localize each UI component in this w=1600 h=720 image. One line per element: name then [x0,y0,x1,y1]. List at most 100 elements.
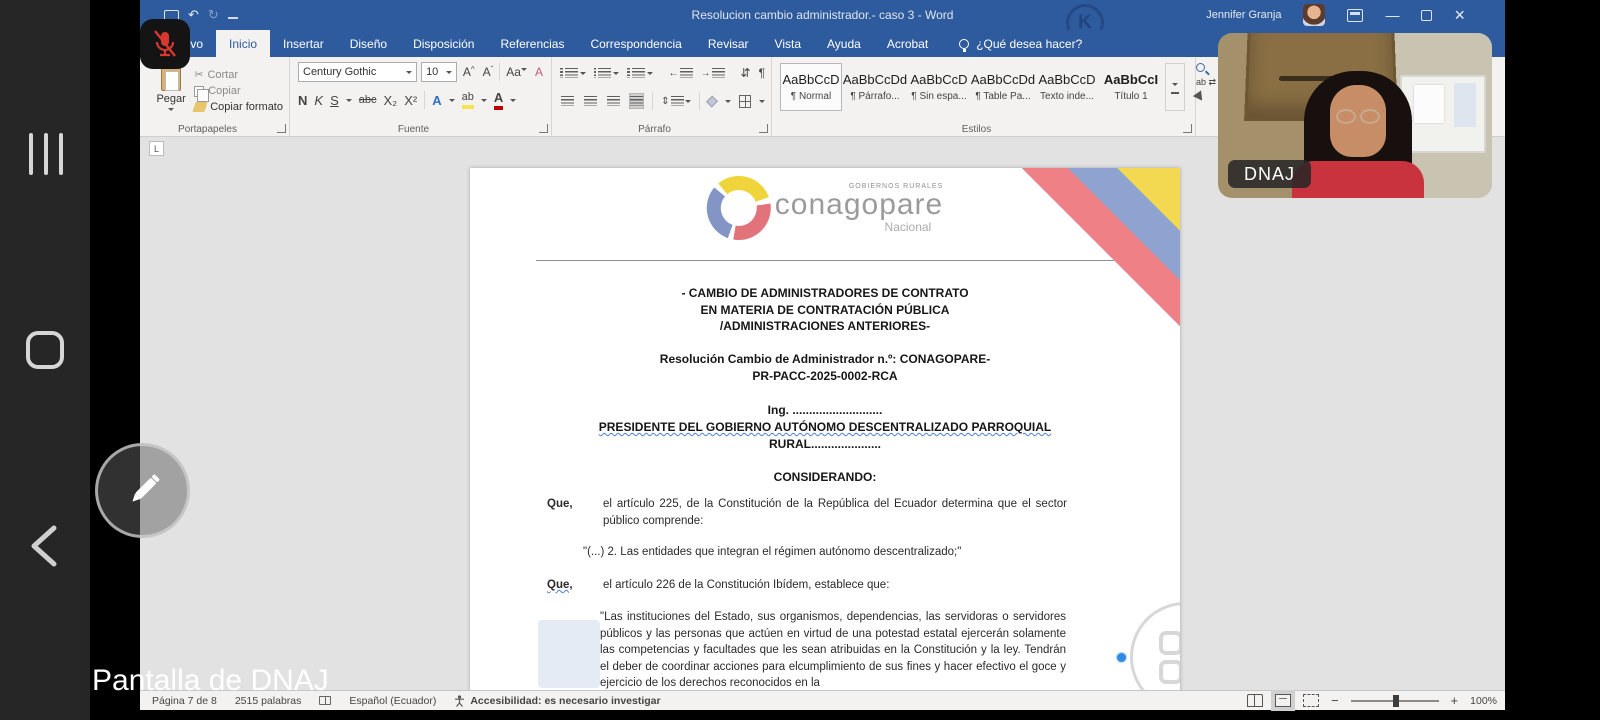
tab-stop-selector[interactable]: L [149,141,164,156]
restore-button[interactable] [1421,10,1432,21]
group-paragraph: ← → ⇵ ¶ ⇕ Párrafo [552,57,772,136]
font-family-select[interactable]: Century Gothic [298,62,417,82]
text-cursor-handle[interactable] [1116,652,1127,663]
align-right-button[interactable] [606,93,621,109]
tab-vista[interactable]: Vista [762,30,814,57]
ribbon-display-options-icon[interactable] [1347,9,1363,22]
copy-button[interactable]: Copiar [194,85,283,97]
zoom-slider[interactable] [1351,700,1439,702]
search-icon[interactable] [1196,63,1205,72]
subscript-button[interactable]: X₂ [383,93,397,108]
align-center-button[interactable] [583,93,598,109]
participant-video[interactable]: DNAJ [1218,33,1492,198]
justify-button[interactable] [629,93,644,109]
tell-me-search[interactable]: ¿Qué desea hacer? [959,30,1082,57]
shared-screen-label: Pantalla de DNAJ [92,664,329,698]
change-case-button[interactable]: Aa [504,65,529,79]
paste-button[interactable]: Pegar [148,62,194,120]
mic-muted-button[interactable] [140,19,190,69]
minimize-button[interactable]: — [1385,7,1399,23]
tab-revisar[interactable]: Revisar [695,30,762,57]
zoom-out-button[interactable]: − [1331,693,1339,708]
scissors-icon: ✂ [194,68,203,81]
print-layout-button[interactable] [1275,694,1291,707]
pilcrow-button[interactable]: ¶ [759,66,765,80]
cut-button[interactable]: ✂ Cortar [194,68,283,81]
superscript-button[interactable]: X² [404,93,417,108]
align-left-button[interactable] [560,93,575,109]
sort-button[interactable]: ⇵ [741,66,751,80]
bold-button[interactable]: N [298,93,307,108]
chevron-down-icon [168,108,174,114]
doc-clause-1: Que, el artículo 225, de la Constitución… [547,496,1067,529]
replace-icon[interactable]: ab ⇄ [1196,78,1216,86]
styles-group-label: Estilos [772,124,1181,135]
clipboard-dialog-launcher-icon[interactable] [277,124,286,133]
multilevel-list-button[interactable] [627,68,653,78]
lightbulb-icon [959,39,969,49]
increase-indent-button[interactable]: → [701,68,725,79]
home-icon[interactable] [26,331,64,369]
tab-acrobat[interactable]: Acrobat [874,30,941,57]
line-spacing-button[interactable]: ⇕ [661,96,690,107]
shading-button[interactable] [706,95,718,107]
style-parrafo[interactable]: AaBbCcDd ¶ Párrafo... [844,63,906,111]
font-dialog-launcher-icon[interactable] [539,124,548,133]
undo-icon[interactable]: ↶ [188,7,199,23]
paste-label: Pegar [156,93,185,105]
font-color-button[interactable]: A [494,90,503,110]
tab-referencias[interactable]: Referencias [487,30,577,57]
header-divider [536,260,1114,261]
style-normal[interactable]: AaBbCcD ¶ Normal [780,63,842,111]
font-size-select[interactable]: 10 [421,62,457,82]
web-layout-button[interactable] [1303,694,1319,707]
decrease-indent-button[interactable]: ← [669,68,693,79]
styles-gallery-more-button[interactable] [1165,63,1185,111]
text-effects-button[interactable]: A [432,93,441,108]
selection-artifact [538,620,600,688]
grow-font-button[interactable]: A^ [461,65,477,79]
paragraph-dialog-launcher-icon[interactable] [759,124,768,133]
zoom-level[interactable]: 100% [1470,695,1497,707]
bullets-button[interactable] [560,68,586,78]
tab-disposicion[interactable]: Disposición [400,30,487,57]
whiteboard [1400,75,1486,153]
tab-diseno[interactable]: Diseño [337,30,400,57]
tab-insertar[interactable]: Insertar [270,30,337,57]
shrink-font-button[interactable]: Aˇ [481,65,496,79]
style-texto-independiente[interactable]: AaBbCcD Texto inde... [1036,63,1098,111]
accessibility-status[interactable]: Accesibilidad: es necesario investigar [454,695,660,707]
customize-quick-access-icon[interactable] [228,11,238,19]
back-icon[interactable] [24,522,64,570]
format-painter-button[interactable]: Copiar formato [194,101,283,113]
zoom-in-button[interactable]: + [1451,693,1459,708]
styles-dialog-launcher-icon[interactable] [1183,124,1192,133]
clear-formatting-button[interactable]: A [533,65,545,79]
annotate-button[interactable] [95,443,190,538]
numbering-button[interactable] [594,68,620,78]
recent-apps-icon[interactable] [29,133,63,175]
tab-ayuda[interactable]: Ayuda [814,30,874,57]
style-titulo-1[interactable]: AaBbCcI Título 1 [1100,63,1162,111]
doc-heading: - CAMBIO DE ADMINISTRADORES DE CONTRATO … [470,285,1180,335]
style-table-paragraph[interactable]: AaBbCcDd ¶ Table Pa... [972,63,1034,111]
account-name[interactable]: Jennifer Granja [1206,9,1281,21]
tab-correspondencia[interactable]: Correspondencia [577,30,694,57]
read-mode-button[interactable] [1247,694,1263,707]
close-button[interactable]: × [1454,5,1465,26]
italic-button[interactable]: K [314,93,323,108]
document-page[interactable]: GOBIERNOS RURALES conagopare Nacional - … [470,168,1180,690]
pencil-icon [122,470,164,512]
underline-button[interactable]: S [330,93,339,108]
language-indicator[interactable]: Español (Ecuador) [349,695,436,707]
strikethrough-button[interactable]: abc [359,94,377,106]
style-sin-espaciado[interactable]: AaBbCcD ¶ Sin espa... [908,63,970,111]
highlight-color-button[interactable]: ab [462,91,474,109]
avatar[interactable] [1303,4,1325,26]
tab-inicio[interactable]: Inicio [216,30,270,57]
zoom-slider-thumb[interactable] [1393,695,1399,707]
redo-icon[interactable]: ↻ [208,7,219,23]
borders-button[interactable] [739,95,751,108]
format-painter-icon [193,102,208,112]
participant-glasses [1332,109,1384,125]
